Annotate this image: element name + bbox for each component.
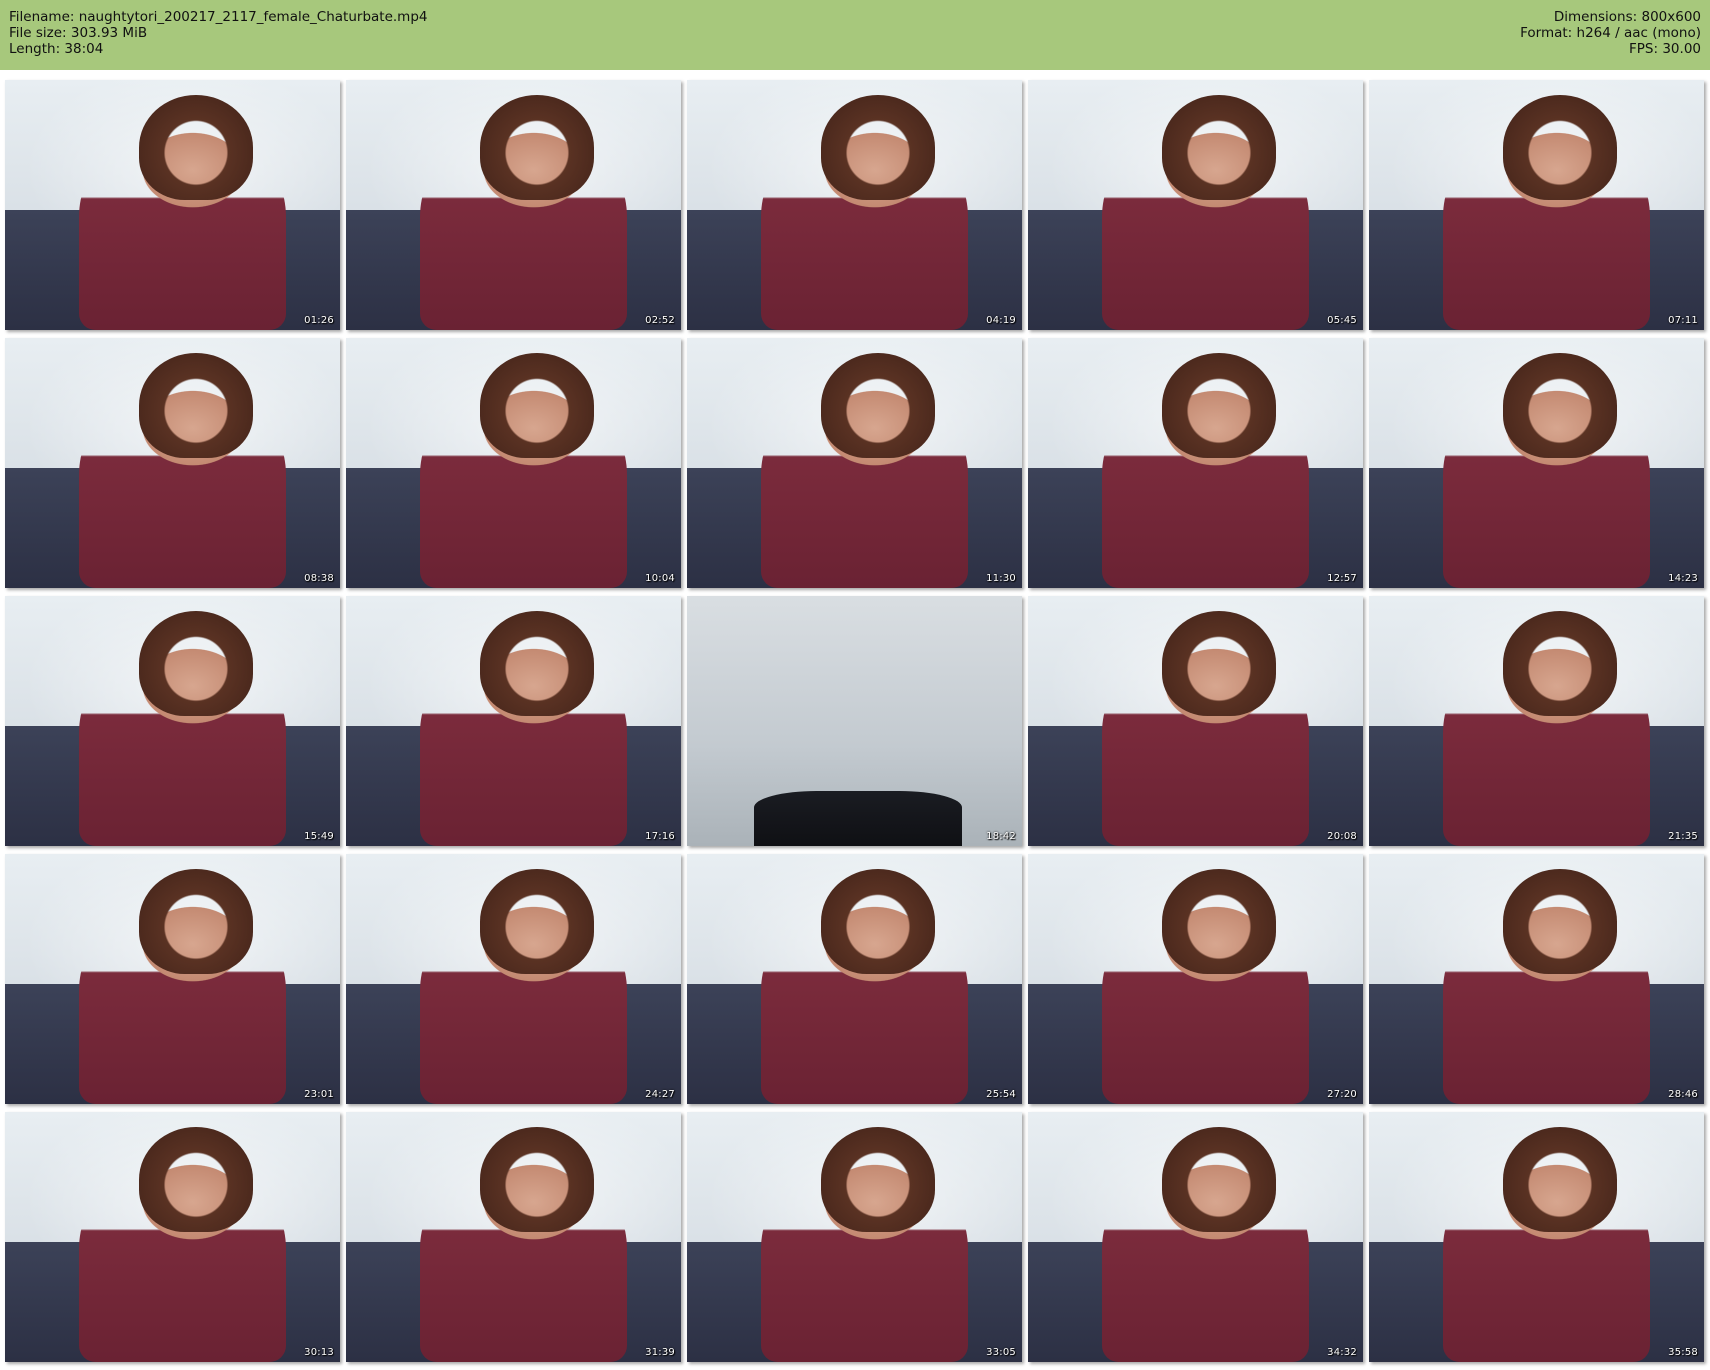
frame-timestamp: 04:19	[986, 315, 1016, 326]
frame-timestamp: 14:23	[1668, 573, 1698, 584]
frame-timestamp: 08:38	[304, 573, 334, 584]
frame-subject-head-shape	[139, 869, 253, 974]
video-frame-thumbnail: 14:23	[1369, 338, 1704, 588]
video-frame-thumbnail: 20:08	[1028, 596, 1363, 846]
dimensions-text: Dimensions: 800x600	[1553, 9, 1701, 25]
video-frame-thumbnail: 31:39	[346, 1112, 681, 1362]
video-frame-thumbnail: 02:52	[346, 80, 681, 330]
fps-text: FPS: 30.00	[1629, 41, 1701, 57]
frame-timestamp: 18:42	[986, 831, 1016, 842]
frame-timestamp: 21:35	[1668, 831, 1698, 842]
frame-subject-head-shape	[821, 353, 935, 458]
video-frame-thumbnail: 17:16	[346, 596, 681, 846]
frame-timestamp: 12:57	[1327, 573, 1357, 584]
frame-subject-head-shape	[1503, 1127, 1617, 1232]
video-frame-thumbnail: 27:20	[1028, 854, 1363, 1104]
video-frame-thumbnail: 15:49	[5, 596, 340, 846]
frame-timestamp: 25:54	[986, 1089, 1016, 1100]
video-frame-thumbnail: 04:19	[687, 80, 1022, 330]
frame-subject-head-shape	[1162, 1127, 1276, 1232]
frame-timestamp: 01:26	[304, 315, 334, 326]
frame-subject-head-shape	[821, 95, 935, 200]
video-frame-thumbnail: 08:38	[5, 338, 340, 588]
frame-subject-head-shape	[480, 869, 594, 974]
frame-timestamp: 28:46	[1668, 1089, 1698, 1100]
frame-timestamp: 33:05	[986, 1347, 1016, 1358]
frame-subject-head-shape	[480, 1127, 594, 1232]
frame-subject-head-shape	[821, 1127, 935, 1232]
frame-subject-head-shape	[821, 869, 935, 974]
frame-timestamp: 34:32	[1327, 1347, 1357, 1358]
video-frame-thumbnail: 24:27	[346, 854, 681, 1104]
frame-timestamp: 10:04	[645, 573, 675, 584]
video-frame-thumbnail: 12:57	[1028, 338, 1363, 588]
video-frame-thumbnail: 35:58	[1369, 1112, 1704, 1362]
video-frame-thumbnail: 30:13	[5, 1112, 340, 1362]
frame-timestamp: 24:27	[645, 1089, 675, 1100]
frame-background-shape	[754, 791, 962, 846]
frame-timestamp: 05:45	[1327, 315, 1357, 326]
frame-timestamp: 23:01	[304, 1089, 334, 1100]
frame-subject-head-shape	[480, 353, 594, 458]
frame-subject-head-shape	[1503, 869, 1617, 974]
frame-subject-head-shape	[139, 95, 253, 200]
filesize-text: File size: 303.93 MiB	[9, 25, 148, 41]
frame-subject-head-shape	[1162, 869, 1276, 974]
info-left: Filename: naughtytori_200217_2117_female…	[9, 9, 428, 57]
video-frame-thumbnail: 05:45	[1028, 80, 1363, 330]
thumbnail-grid: 01:26 02:52 04:19 05:45 07:11 08:38 10:04 11:30…	[5, 80, 1705, 1365]
video-frame-thumbnail: 28:46	[1369, 854, 1704, 1104]
info-right: Dimensions: 800x600 Format: h264 / aac (…	[1520, 9, 1701, 57]
frame-timestamp: 07:11	[1668, 315, 1698, 326]
frame-timestamp: 11:30	[986, 573, 1016, 584]
frame-subject-head-shape	[139, 1127, 253, 1232]
frame-timestamp: 35:58	[1668, 1347, 1698, 1358]
video-frame-thumbnail: 18:42	[687, 596, 1022, 846]
frame-subject-head-shape	[139, 611, 253, 716]
frame-subject-head-shape	[480, 95, 594, 200]
video-frame-thumbnail: 23:01	[5, 854, 340, 1104]
video-frame-thumbnail: 34:32	[1028, 1112, 1363, 1362]
format-text: Format: h264 / aac (mono)	[1520, 25, 1701, 41]
frame-timestamp: 02:52	[645, 315, 675, 326]
length-text: Length: 38:04	[9, 41, 104, 57]
filename-text: Filename: naughtytori_200217_2117_female…	[9, 9, 428, 25]
video-frame-thumbnail: 21:35	[1369, 596, 1704, 846]
video-frame-thumbnail: 33:05	[687, 1112, 1022, 1362]
frame-timestamp: 31:39	[645, 1347, 675, 1358]
frame-timestamp: 15:49	[304, 831, 334, 842]
frame-subject-head-shape	[1503, 353, 1617, 458]
info-header: Filename: naughtytori_200217_2117_female…	[0, 0, 1710, 70]
video-frame-thumbnail: 01:26	[5, 80, 340, 330]
frame-timestamp: 20:08	[1327, 831, 1357, 842]
frame-subject-head-shape	[1162, 611, 1276, 716]
frame-timestamp: 30:13	[304, 1347, 334, 1358]
frame-timestamp: 17:16	[645, 831, 675, 842]
video-frame-thumbnail: 07:11	[1369, 80, 1704, 330]
frame-subject-head-shape	[1503, 95, 1617, 200]
frame-subject-head-shape	[1162, 95, 1276, 200]
frame-subject-head-shape	[1162, 353, 1276, 458]
video-frame-thumbnail: 10:04	[346, 338, 681, 588]
frame-timestamp: 27:20	[1327, 1089, 1357, 1100]
video-frame-thumbnail: 25:54	[687, 854, 1022, 1104]
frame-subject-head-shape	[139, 353, 253, 458]
video-frame-thumbnail: 11:30	[687, 338, 1022, 588]
frame-subject-head-shape	[1503, 611, 1617, 716]
frame-subject-head-shape	[480, 611, 594, 716]
